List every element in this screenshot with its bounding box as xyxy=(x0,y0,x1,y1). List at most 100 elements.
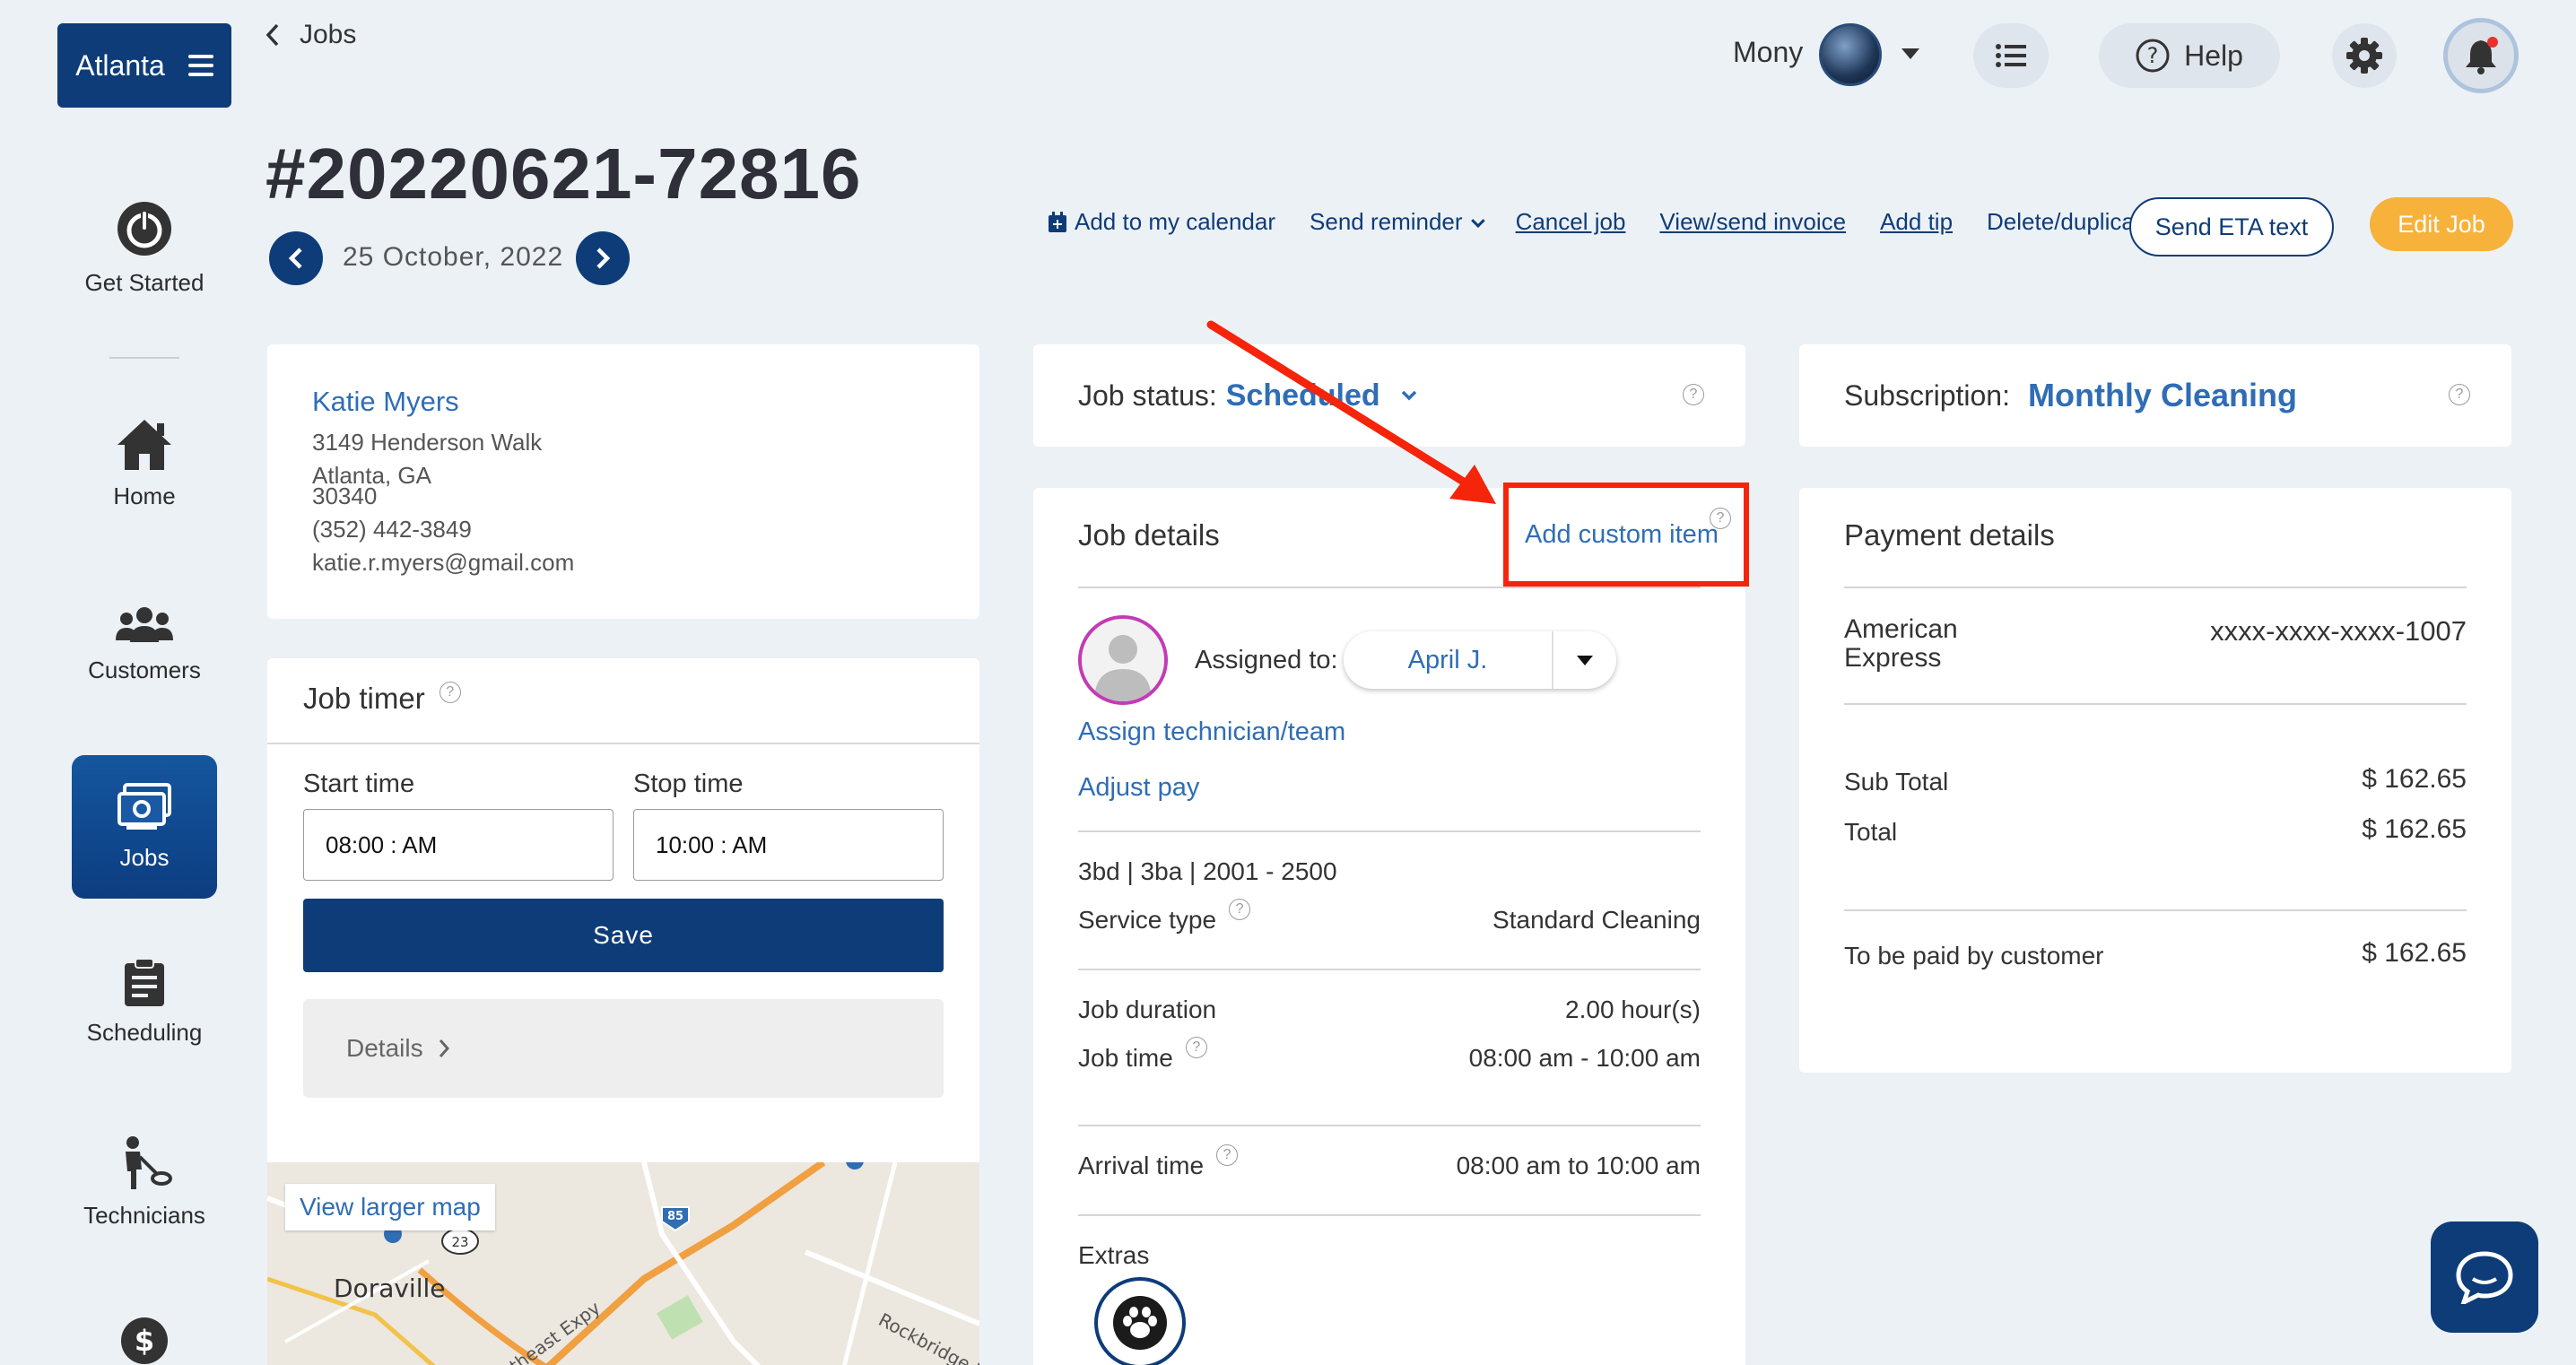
view-larger-map-link[interactable]: View larger map xyxy=(285,1184,495,1230)
sidebar-item-label: Technicians xyxy=(83,1202,205,1229)
job-timer-card: Job timer ? Start time Stop time 08:00 :… xyxy=(267,658,979,1365)
chevron-down-icon xyxy=(1577,656,1593,665)
job-actions-bar: Add to my calendar Send reminder Cancel … xyxy=(1048,208,2173,236)
notifications-button[interactable] xyxy=(2443,18,2519,93)
route-shield-label: 23 xyxy=(451,1234,468,1250)
chat-icon xyxy=(2456,1251,2513,1304)
subscription-label: Subscription: xyxy=(1844,378,2010,412)
job-date: 25 October, 2022 xyxy=(343,242,564,272)
stop-time-input[interactable]: 10:00 : AM xyxy=(633,809,944,881)
brand-label: Atlanta xyxy=(75,48,165,82)
home-icon xyxy=(117,420,171,470)
help-label: Help xyxy=(2184,39,2243,72)
avatar[interactable] xyxy=(1819,23,1882,86)
sidebar-item-customers[interactable]: Customers xyxy=(72,606,217,684)
map[interactable]: 85 23 Doraville rtheast Expy Rockbridge … xyxy=(267,1162,979,1365)
customers-icon xyxy=(116,607,173,642)
save-button[interactable]: Save xyxy=(303,899,944,972)
chevron-right-icon xyxy=(596,248,611,269)
sidebar-item-jobs[interactable]: Jobs xyxy=(72,755,217,899)
job-duration-value: 2.00 hour(s) xyxy=(1565,995,1701,1023)
help-icon[interactable]: ? xyxy=(1216,1144,1239,1166)
map-place-doraville: Doraville xyxy=(334,1274,446,1303)
payment-details-card: Payment details American Express xxxx-xx… xyxy=(1799,488,2511,1073)
sidebar-item-get-started[interactable]: Get Started xyxy=(72,199,217,297)
interstate-shield-label: 85 xyxy=(667,1210,683,1223)
clipboard-icon xyxy=(125,958,164,1006)
customer-email: katie.r.myers@gmail.com xyxy=(312,549,575,576)
card-number: xxxx-xxxx-xxxx-1007 xyxy=(2210,615,2467,647)
job-timer-title: Job timer ? xyxy=(303,682,461,716)
to-be-paid-label: To be paid by customer xyxy=(1844,942,2104,969)
cancel-job-link[interactable]: Cancel job xyxy=(1516,208,1626,236)
customer-phone: (352) 442-3849 xyxy=(312,516,472,543)
power-icon xyxy=(117,202,171,256)
settings-button[interactable] xyxy=(2332,23,2397,88)
help-icon[interactable]: ? xyxy=(439,682,461,703)
total-label: Total xyxy=(1844,818,1898,846)
previous-date-button[interactable] xyxy=(269,231,323,285)
help-icon[interactable]: ? xyxy=(1683,384,1704,405)
sidebar-item-label: Customers xyxy=(88,656,201,683)
edit-job-button[interactable]: Edit Job xyxy=(2370,197,2513,251)
technician-icon xyxy=(126,1136,172,1189)
user-name[interactable]: Mony xyxy=(1733,36,1803,69)
adjust-pay-link[interactable]: Adjust pay xyxy=(1078,773,1199,803)
next-date-button[interactable] xyxy=(576,231,630,285)
payment-details-title: Payment details xyxy=(1844,518,2055,552)
job-details-card: Job details Add custom item ? Assigned t… xyxy=(1033,488,1745,1365)
divider xyxy=(1552,631,1553,689)
subscription-value-link[interactable]: Monthly Cleaning xyxy=(2028,377,2297,414)
help-button[interactable]: ? Help xyxy=(2099,23,2280,88)
sidebar-item-home[interactable]: Home xyxy=(72,418,217,510)
arrival-time-label: Arrival time xyxy=(1078,1152,1205,1179)
bell-icon xyxy=(2466,37,2498,74)
send-reminder-dropdown[interactable]: Send reminder xyxy=(1310,208,1482,236)
calendar-icon xyxy=(1049,211,1066,232)
arrival-time-row: Arrival time ? xyxy=(1078,1144,1239,1180)
stop-time-label: Stop time xyxy=(633,769,744,798)
chevron-right-icon xyxy=(439,1039,449,1057)
list-button[interactable] xyxy=(1973,23,2049,88)
assigned-technician-value: April J. xyxy=(1407,645,1488,674)
assign-technician-team-link[interactable]: Assign technician/team xyxy=(1078,717,1345,747)
help-icon[interactable]: ? xyxy=(1229,899,1251,920)
subtotal-value: $ 162.65 xyxy=(2362,764,2467,794)
jobs-icon xyxy=(117,782,171,830)
help-icon[interactable]: ? xyxy=(1185,1037,1207,1058)
service-type-label: Service type xyxy=(1078,906,1217,934)
start-time-input[interactable]: 08:00 : AM xyxy=(303,809,614,881)
svg-text:?: ? xyxy=(2147,43,2159,68)
extra-pets-item[interactable] xyxy=(1094,1277,1186,1365)
total-value: $ 162.65 xyxy=(2362,814,2467,844)
view-send-invoice-link[interactable]: View/send invoice xyxy=(1659,208,1846,236)
brand-menu-button[interactable]: Atlanta xyxy=(57,23,231,108)
customer-name-link[interactable]: Katie Myers xyxy=(312,386,979,418)
job-time-label: Job time xyxy=(1078,1044,1173,1072)
add-tip-link[interactable]: Add tip xyxy=(1880,208,1953,236)
chevron-down-icon[interactable] xyxy=(1902,48,1919,59)
sidebar-item-scheduling[interactable]: Scheduling xyxy=(72,958,217,1047)
job-details-title: Job details xyxy=(1078,518,1220,552)
chat-button[interactable] xyxy=(2431,1222,2538,1333)
send-eta-text-button[interactable]: Send ETA text xyxy=(2129,197,2334,256)
dollar-icon: $ xyxy=(121,1317,168,1364)
breadcrumb[interactable]: Jobs xyxy=(265,20,356,50)
svg-text:$: $ xyxy=(135,1324,154,1358)
sidebar-item-payments[interactable]: $ xyxy=(120,1317,169,1365)
annotation-highlight-box xyxy=(1503,483,1749,587)
job-time-row: Job time ? xyxy=(1078,1037,1207,1073)
assigned-to-label: Assigned to: xyxy=(1195,646,1338,674)
sidebar-item-technicians[interactable]: Technicians xyxy=(72,1135,217,1230)
list-icon xyxy=(1996,44,2026,67)
divider xyxy=(267,743,979,744)
details-label: Details xyxy=(346,1034,423,1062)
help-icon[interactable]: ? xyxy=(2449,384,2470,405)
add-to-calendar-link[interactable]: Add to my calendar xyxy=(1048,208,1275,236)
technician-avatar xyxy=(1078,615,1168,705)
service-type-row: Service type ? xyxy=(1078,899,1251,935)
divider xyxy=(1078,1125,1701,1126)
details-expander[interactable]: Details xyxy=(303,999,944,1098)
assigned-technician-select[interactable]: April J. xyxy=(1344,631,1616,689)
arrival-time-value: 08:00 am to 10:00 am xyxy=(1456,1152,1701,1179)
